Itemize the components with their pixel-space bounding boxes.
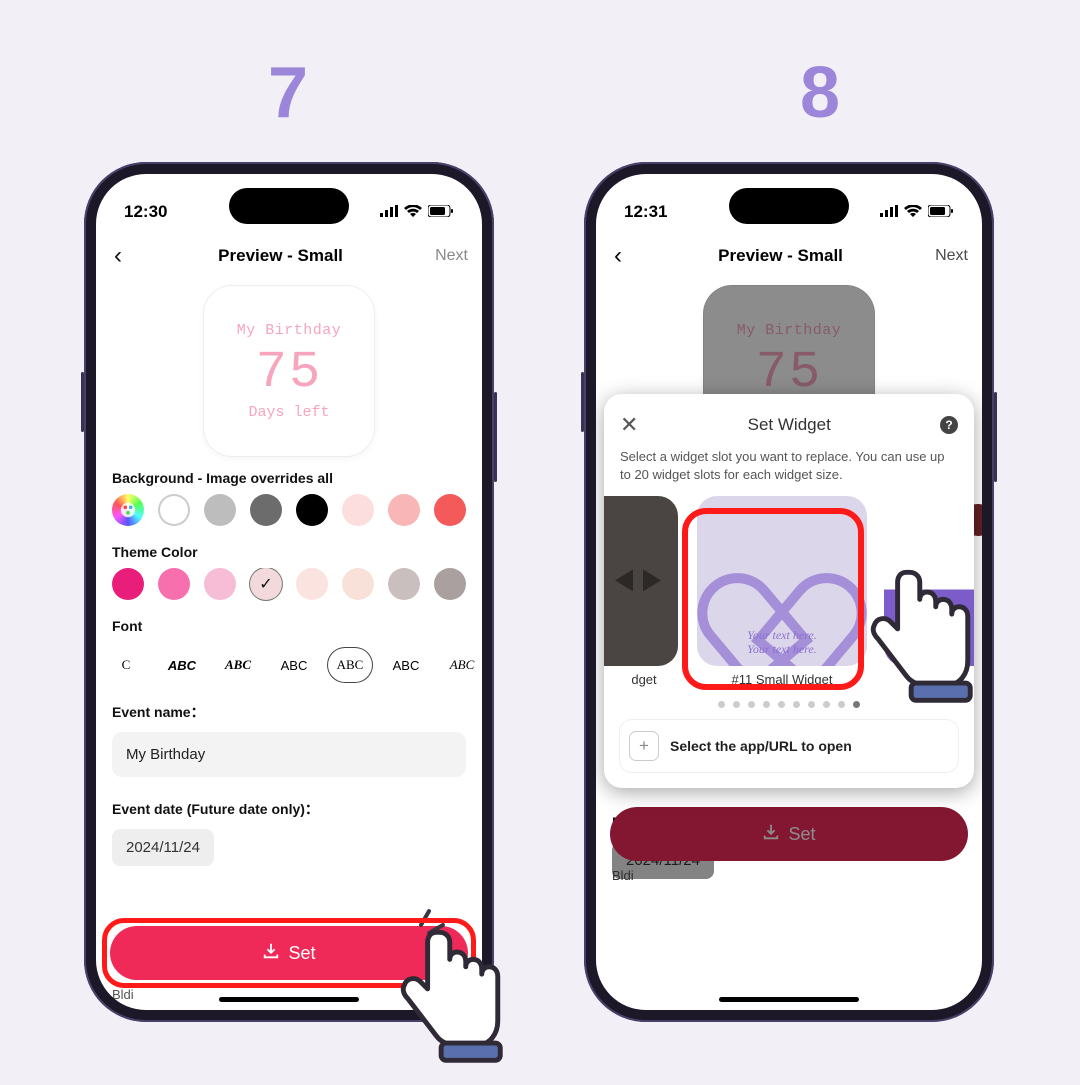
theme-swatch-1[interactable] — [112, 568, 144, 600]
font-option-4[interactable]: ABC — [272, 648, 316, 682]
next-button[interactable]: Next — [935, 247, 968, 265]
download-icon — [762, 823, 780, 846]
bg-swatch-gray2[interactable] — [250, 494, 282, 526]
bg-swatch-pink2[interactable] — [388, 494, 420, 526]
bg-swatch-gray1[interactable] — [204, 494, 236, 526]
font-option-5-selected[interactable]: ABC — [328, 648, 372, 682]
dynamic-island — [229, 188, 349, 224]
theme-swatch-7[interactable] — [388, 568, 420, 600]
bg-swatch-red[interactable] — [434, 494, 466, 526]
background-label: Background - Image overrides all — [96, 466, 482, 494]
theme-label: Theme Color — [96, 540, 482, 568]
back-button[interactable]: ‹ — [610, 242, 626, 270]
bow-icon — [615, 565, 661, 597]
select-app-url-label: Select the app/URL to open — [670, 738, 852, 754]
theme-swatch-5[interactable] — [296, 568, 328, 600]
theme-swatch-4-selected[interactable] — [250, 568, 282, 600]
close-icon[interactable]: ✕ — [620, 412, 638, 438]
hand-pointer-icon — [386, 920, 516, 1085]
home-indicator — [719, 997, 859, 1002]
nav-bar: ‹ Preview - Small Next — [596, 232, 982, 280]
help-icon[interactable]: ? — [940, 416, 958, 434]
page-title: Preview - Small — [718, 246, 843, 266]
widget-number: 75 — [256, 343, 322, 402]
download-icon — [262, 942, 280, 965]
slot-preview-text: Your text here. Your text here. — [697, 628, 867, 657]
battery-icon — [928, 202, 954, 222]
theme-swatch-2[interactable] — [158, 568, 190, 600]
modal-title: Set Widget — [748, 415, 831, 435]
nav-bar: ‹ Preview - Small Next — [96, 232, 482, 280]
background-swatches — [96, 494, 482, 540]
status-time: 12:30 — [124, 202, 167, 222]
select-app-url-row[interactable]: + Select the app/URL to open — [620, 720, 958, 772]
step-number-8: 8 — [800, 52, 840, 134]
status-time: 12:31 — [624, 202, 667, 222]
bg-swatch-pink1[interactable] — [342, 494, 374, 526]
font-option-7[interactable]: ABC — [440, 648, 482, 682]
widget-slot-prev[interactable]: dget — [608, 496, 680, 687]
page-title: Preview - Small — [218, 246, 343, 266]
home-indicator — [219, 997, 359, 1002]
next-button[interactable]: Next — [435, 247, 468, 265]
wifi-icon — [904, 202, 922, 222]
theme-swatches — [96, 568, 482, 614]
event-date-input[interactable]: 2024/11/24 — [112, 829, 214, 866]
event-date-label: Event date (Future date only)： — [96, 793, 482, 829]
heart-icon — [727, 531, 837, 631]
clipped-text: Bldi — [112, 987, 134, 1002]
set-button-label: Set — [788, 824, 815, 845]
event-name-label: Event name： — [96, 696, 482, 732]
font-option-2[interactable]: ABC — [160, 648, 204, 682]
back-button[interactable]: ‹ — [110, 242, 126, 270]
hand-pointer-icon — [856, 560, 986, 725]
clipped-text: Bldi — [612, 868, 634, 883]
theme-swatch-6[interactable] — [342, 568, 374, 600]
font-label: Font — [96, 614, 482, 642]
modal-description: Select a widget slot you want to replace… — [620, 448, 958, 484]
font-option-6[interactable]: ABC — [384, 648, 428, 682]
step-number-7: 7 — [268, 52, 308, 134]
set-button[interactable]: Set — [610, 807, 968, 861]
bg-swatch-black[interactable] — [296, 494, 328, 526]
widget-slot-11[interactable]: Your text here. Your text here. #11 Smal… — [692, 496, 872, 687]
cellular-icon — [380, 202, 398, 222]
wifi-icon — [404, 202, 422, 222]
event-name-input[interactable]: My Birthday — [112, 732, 466, 777]
widget-preview: My Birthday 75 Days left — [204, 286, 374, 456]
font-row: C ABC ABC ABC ABC ABC ABC ABC AB — [96, 642, 482, 696]
widget-subtitle: Days left — [248, 404, 329, 421]
widget-number: 75 — [756, 343, 822, 402]
battery-icon — [428, 202, 454, 222]
widget-title: My Birthday — [737, 322, 842, 339]
theme-swatch-3[interactable] — [204, 568, 236, 600]
set-button-label: Set — [288, 943, 315, 964]
cellular-icon — [880, 202, 898, 222]
palette-picker-icon[interactable] — [112, 494, 144, 526]
slot-prev-caption: dget — [631, 672, 656, 687]
dynamic-island — [729, 188, 849, 224]
theme-swatch-8[interactable] — [434, 568, 466, 600]
font-option-3[interactable]: ABC — [216, 648, 260, 682]
widget-title: My Birthday — [237, 322, 342, 339]
plus-icon: + — [630, 732, 658, 760]
font-option-1[interactable]: C — [104, 648, 148, 682]
phone-frame-step7: 12:30 ‹ Preview - Small Next My Birthday… — [84, 162, 494, 1022]
slot-main-caption: #11 Small Widget — [732, 672, 833, 687]
bg-swatch-white[interactable] — [158, 494, 190, 526]
